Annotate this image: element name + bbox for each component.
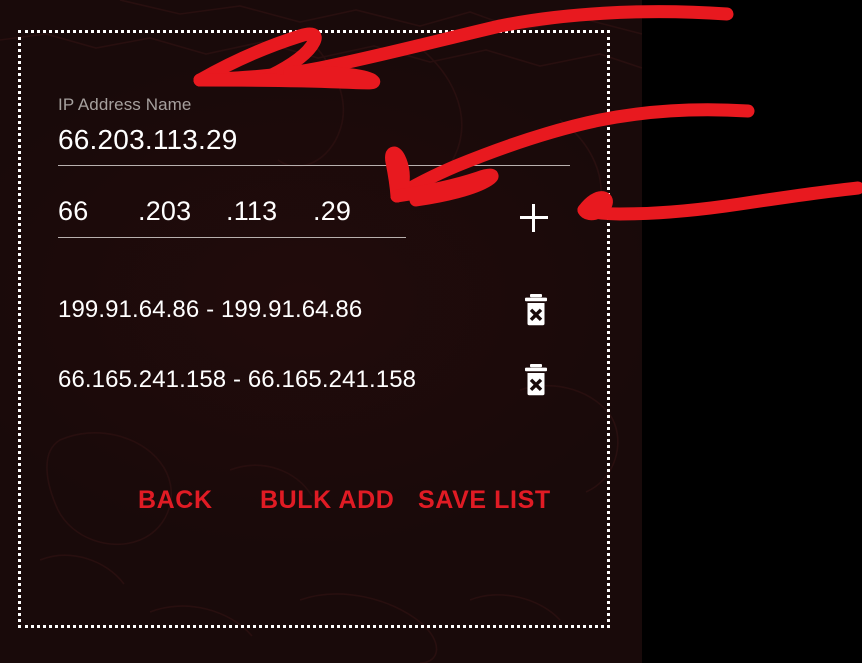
app-surface: IP Address Name 66.203.113.29 66 .203 .1… <box>0 0 642 663</box>
bulk-add-button[interactable]: BULK ADD <box>260 486 394 515</box>
octet-fields-underline <box>58 237 406 238</box>
octet-input-1[interactable]: 66 <box>58 196 88 227</box>
back-button[interactable]: BACK <box>138 486 213 515</box>
ip-range-text: 66.165.241.158 - 66.165.241.158 <box>58 366 417 393</box>
delete-range-button[interactable] <box>516 290 556 330</box>
trash-x-icon <box>525 294 547 326</box>
octet-input-3[interactable]: .113 <box>226 196 277 227</box>
delete-range-button[interactable] <box>516 360 556 400</box>
octet-input-2[interactable]: .203 <box>138 196 191 227</box>
octet-input-4[interactable]: .29 <box>313 196 351 227</box>
octet-fields-row: 66 .203 .113 .29 <box>58 196 408 236</box>
ip-address-form: IP Address Name 66.203.113.29 66 .203 .1… <box>0 0 642 663</box>
ip-address-name-input[interactable]: 66.203.113.29 <box>58 124 238 156</box>
ip-address-name-label: IP Address Name <box>58 95 192 114</box>
action-button-row: BACK BULK ADD SAVE LIST <box>58 486 578 526</box>
save-list-button[interactable]: SAVE LIST <box>418 486 551 515</box>
add-ip-range-button[interactable] <box>514 198 554 238</box>
right-black-margin <box>642 0 862 663</box>
table-row: 199.91.64.86 - 199.91.64.86 <box>58 286 558 356</box>
ip-range-list: 199.91.64.86 - 199.91.64.86 66.165.241.1… <box>58 286 558 426</box>
trash-x-icon <box>525 364 547 396</box>
ip-address-name-underline <box>58 165 570 166</box>
table-row: 66.165.241.158 - 66.165.241.158 <box>58 356 558 426</box>
ip-range-text: 199.91.64.86 - 199.91.64.86 <box>58 296 363 323</box>
plus-icon-vertical <box>532 204 535 232</box>
